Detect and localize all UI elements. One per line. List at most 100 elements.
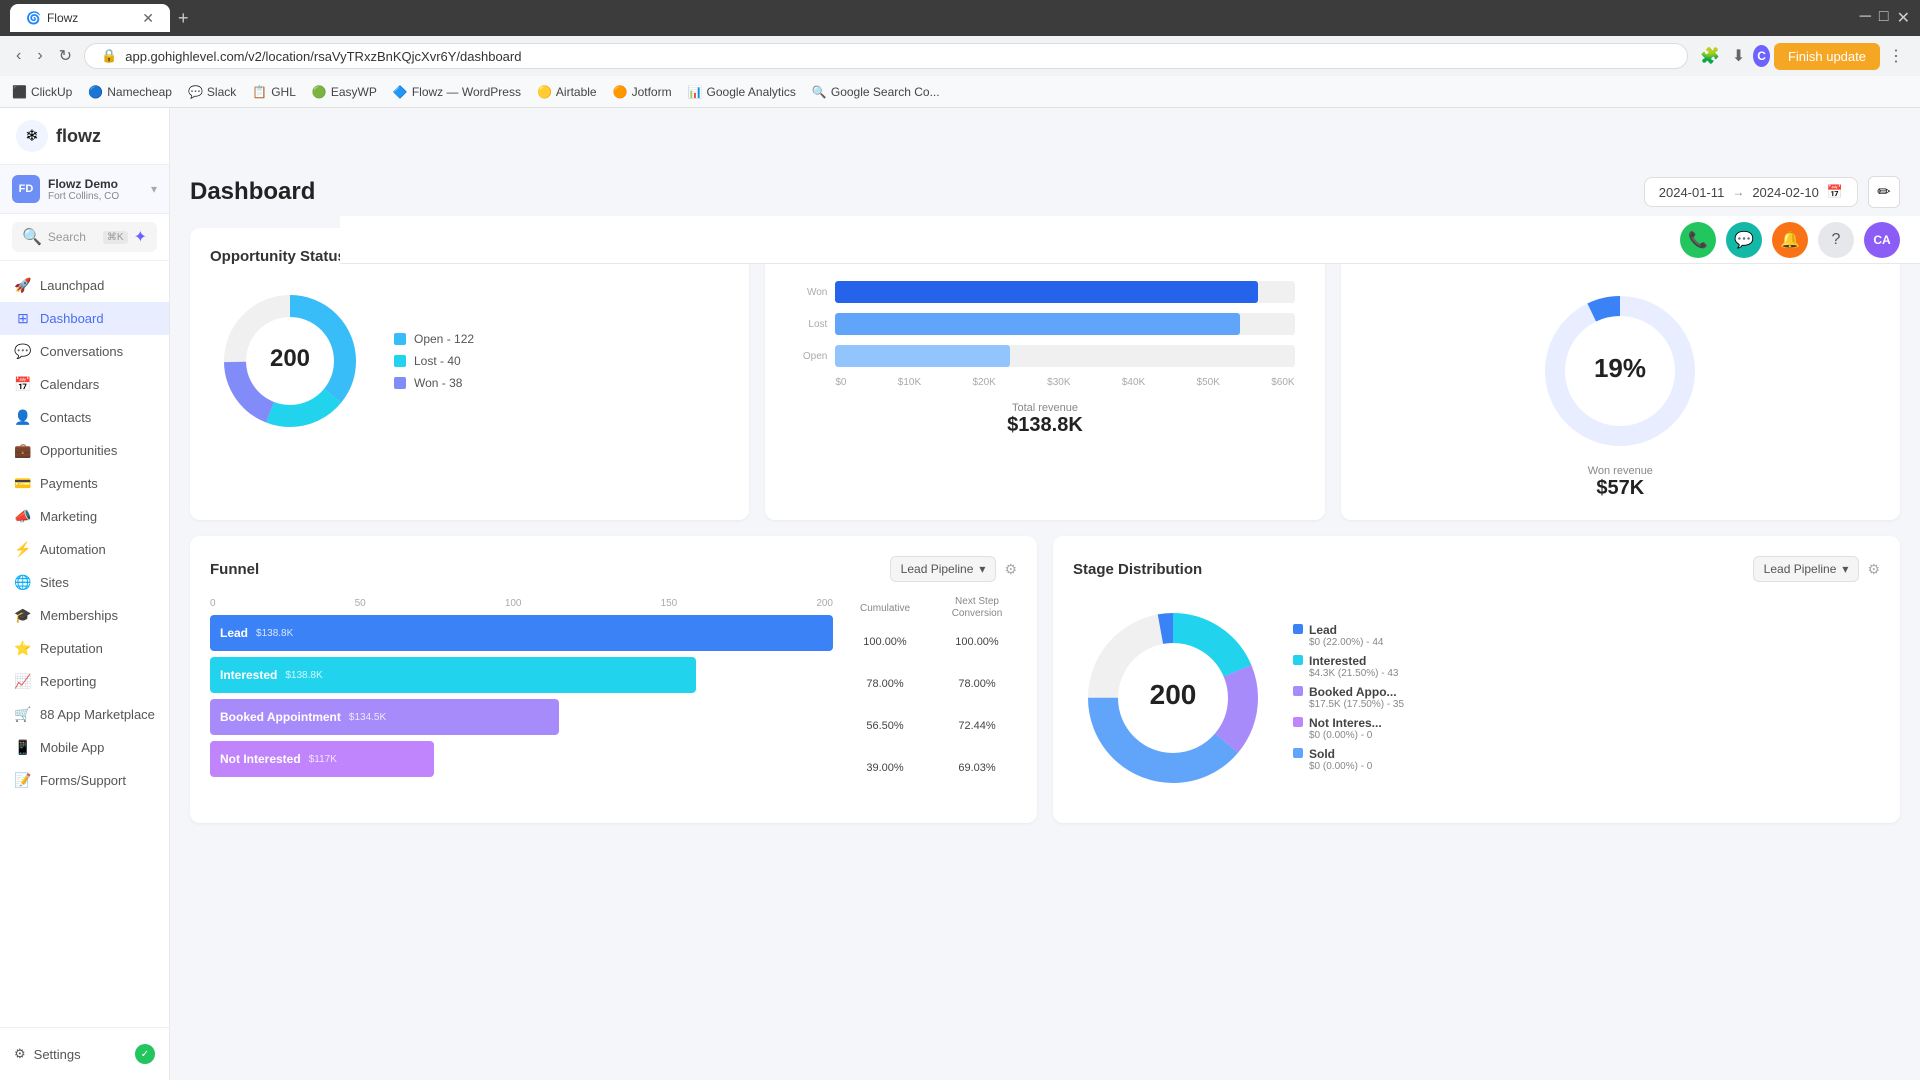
sidebar-item-label: Automation: [40, 542, 106, 557]
stage-donut-chart: 200: [1073, 598, 1273, 803]
bookmark-airtable[interactable]: 🟡Airtable: [537, 85, 597, 99]
window-maximize[interactable]: □: [1879, 8, 1889, 28]
calendar-icon: 📅: [1827, 184, 1843, 200]
avatar: FD: [12, 175, 40, 203]
legend-won: Won - 38: [414, 376, 462, 390]
bookmark-flowz-wp[interactable]: 🔷Flowz — WordPress: [393, 85, 521, 99]
stage-header: Stage Distribution Lead Pipeline ▾ ⚙: [1073, 556, 1880, 582]
refresh-button[interactable]: ↻: [55, 42, 76, 70]
sidebar-item-forms-support[interactable]: 📝 Forms/Support: [0, 764, 169, 797]
window-minimize[interactable]: ─: [1860, 8, 1871, 28]
sidebar-item-label: Dashboard: [40, 311, 104, 326]
sidebar-item-conversations[interactable]: 💬 Conversations: [0, 335, 169, 368]
bookmark-easywp[interactable]: 🟢EasyWP: [312, 85, 377, 99]
notification-button[interactable]: 🔔: [1772, 222, 1808, 258]
back-button[interactable]: ‹: [12, 43, 25, 69]
opportunity-donut-chart: 200: [210, 281, 370, 441]
pipeline-dropdown[interactable]: Lead Pipeline ▾: [890, 556, 997, 582]
sidebar-item-app-marketplace[interactable]: 🛒 88 App Marketplace: [0, 698, 169, 731]
legend-lost: Lost - 40: [414, 354, 461, 368]
sidebar-item-marketing[interactable]: 📣 Marketing: [0, 500, 169, 533]
help-button[interactable]: ?: [1818, 222, 1854, 258]
date-range-picker[interactable]: 2024-01-11 → 2024-02-10 📅: [1644, 177, 1858, 207]
extensions-button[interactable]: 🧩: [1696, 42, 1724, 70]
sidebar-item-mobile-app[interactable]: 📱 Mobile App: [0, 731, 169, 764]
chat-button[interactable]: 💬: [1726, 222, 1762, 258]
sidebar-item-dashboard[interactable]: ⊞ Dashboard: [0, 302, 169, 335]
address-text: app.gohighlevel.com/v2/location/rsaVyTRx…: [125, 49, 1671, 64]
search-icon: 🔍: [22, 227, 42, 247]
stage-filter-icon[interactable]: ⚙: [1867, 561, 1880, 578]
sidebar-item-label: Reporting: [40, 674, 96, 689]
account-name: Flowz Demo: [48, 177, 143, 191]
stage-pipeline-label: Lead Pipeline: [1764, 562, 1837, 576]
finish-update-button[interactable]: Finish update: [1774, 43, 1880, 70]
browser-tab[interactable]: 🌀 Flowz ✕: [10, 4, 170, 32]
contacts-icon: 👤: [14, 409, 32, 426]
date-to: 2024-02-10: [1752, 185, 1819, 200]
sidebar-item-automation[interactable]: ⚡ Automation: [0, 533, 169, 566]
forward-button[interactable]: ›: [33, 43, 46, 69]
account-location: Fort Collins, CO: [48, 191, 143, 202]
download-button[interactable]: ⬇: [1728, 42, 1749, 70]
close-tab-button[interactable]: ✕: [142, 10, 154, 27]
menu-button[interactable]: ⋮: [1884, 42, 1908, 70]
filter-icon[interactable]: ⚙: [1004, 561, 1017, 578]
main-area: 📞 💬 🔔 ? CA Dashboard 2024-01-11 → 2024-0…: [170, 108, 1920, 1080]
bookmark-ghl[interactable]: 📋GHL: [252, 85, 296, 99]
settings-item[interactable]: ⚙ Settings ✓: [14, 1038, 155, 1070]
sidebar-item-label: 88 App Marketplace: [40, 707, 155, 722]
tab-title: Flowz: [47, 11, 78, 25]
sidebar-item-label: Marketing: [40, 509, 97, 524]
sidebar-search-area: 🔍 Search ⌘K ✦: [0, 214, 169, 261]
bookmark-namecheap[interactable]: 🔵Namecheap: [88, 85, 172, 99]
sidebar-item-sites[interactable]: 🌐 Sites: [0, 566, 169, 599]
window-close[interactable]: ✕: [1897, 8, 1910, 28]
dashboard-edit-button[interactable]: ✏: [1868, 176, 1900, 208]
cards-row: Opportunity Status ⚙: [190, 228, 1900, 520]
search-placeholder: Search: [48, 230, 97, 244]
bookmark-slack[interactable]: 💬Slack: [188, 85, 236, 99]
new-tab-button[interactable]: +: [178, 8, 189, 29]
dashboard-header: Dashboard 2024-01-11 → 2024-02-10 📅 ✏: [190, 176, 1900, 208]
stage-pipeline-dropdown[interactable]: Lead Pipeline ▾: [1753, 556, 1860, 582]
sidebar-item-calendars[interactable]: 📅 Calendars: [0, 368, 169, 401]
sidebar-item-launchpad[interactable]: 🚀 Launchpad: [0, 269, 169, 302]
bookmark-clickup[interactable]: ⬛ClickUp: [12, 85, 72, 99]
bookmark-google-search[interactable]: 🔍Google Search Co...: [812, 85, 940, 99]
won-revenue-value: $57K: [1588, 477, 1653, 500]
phone-button[interactable]: 📞: [1680, 222, 1716, 258]
forms-icon: 📝: [14, 772, 32, 789]
account-switcher[interactable]: FD Flowz Demo Fort Collins, CO ▾: [0, 165, 169, 214]
pipeline-label: Lead Pipeline: [901, 562, 974, 576]
sidebar-item-reporting[interactable]: 📈 Reporting: [0, 665, 169, 698]
sidebar-footer: ⚙ Settings ✓: [0, 1027, 169, 1080]
sidebar-item-opportunities[interactable]: 💼 Opportunities: [0, 434, 169, 467]
total-revenue-label: Total revenue: [785, 402, 1304, 414]
app-container: ❄ flowz FD Flowz Demo Fort Collins, CO ▾…: [0, 108, 1920, 1080]
browser-chrome: 🌀 Flowz ✕ + ─ □ ✕ ‹ › ↻ 🔒 app.gohighleve…: [0, 0, 1920, 108]
sidebar-item-payments[interactable]: 💳 Payments: [0, 467, 169, 500]
stage-distribution-card: Stage Distribution Lead Pipeline ▾ ⚙: [1053, 536, 1900, 823]
sidebar-item-contacts[interactable]: 👤 Contacts: [0, 401, 169, 434]
profile-button[interactable]: C: [1753, 45, 1770, 67]
won-revenue-label: Won revenue: [1588, 465, 1653, 477]
user-avatar-button[interactable]: CA: [1864, 222, 1900, 258]
address-bar[interactable]: 🔒 app.gohighlevel.com/v2/location/rsaVyT…: [84, 43, 1688, 69]
bookmark-jotform[interactable]: 🟠Jotform: [613, 85, 672, 99]
sidebar-item-reputation[interactable]: ⭐ Reputation: [0, 632, 169, 665]
chevron-down-icon: ▾: [151, 182, 157, 196]
dashboard-icon: ⊞: [14, 310, 32, 327]
sidebar-item-label: Sites: [40, 575, 69, 590]
chevron-down-icon: ▾: [979, 562, 985, 576]
settings-label: Settings: [34, 1047, 81, 1062]
sidebar-item-label: Payments: [40, 476, 98, 491]
sidebar-item-memberships[interactable]: 🎓 Memberships: [0, 599, 169, 632]
sidebar-item-label: Memberships: [40, 608, 118, 623]
sidebar-item-label: Contacts: [40, 410, 91, 425]
browser-actions: 🧩 ⬇ C Finish update ⋮: [1696, 42, 1908, 70]
search-box[interactable]: 🔍 Search ⌘K ✦: [12, 222, 157, 252]
calendars-icon: 📅: [14, 376, 32, 393]
chevron-down-icon: ▾: [1842, 562, 1848, 576]
bookmark-google-analytics[interactable]: 📊Google Analytics: [688, 85, 796, 99]
